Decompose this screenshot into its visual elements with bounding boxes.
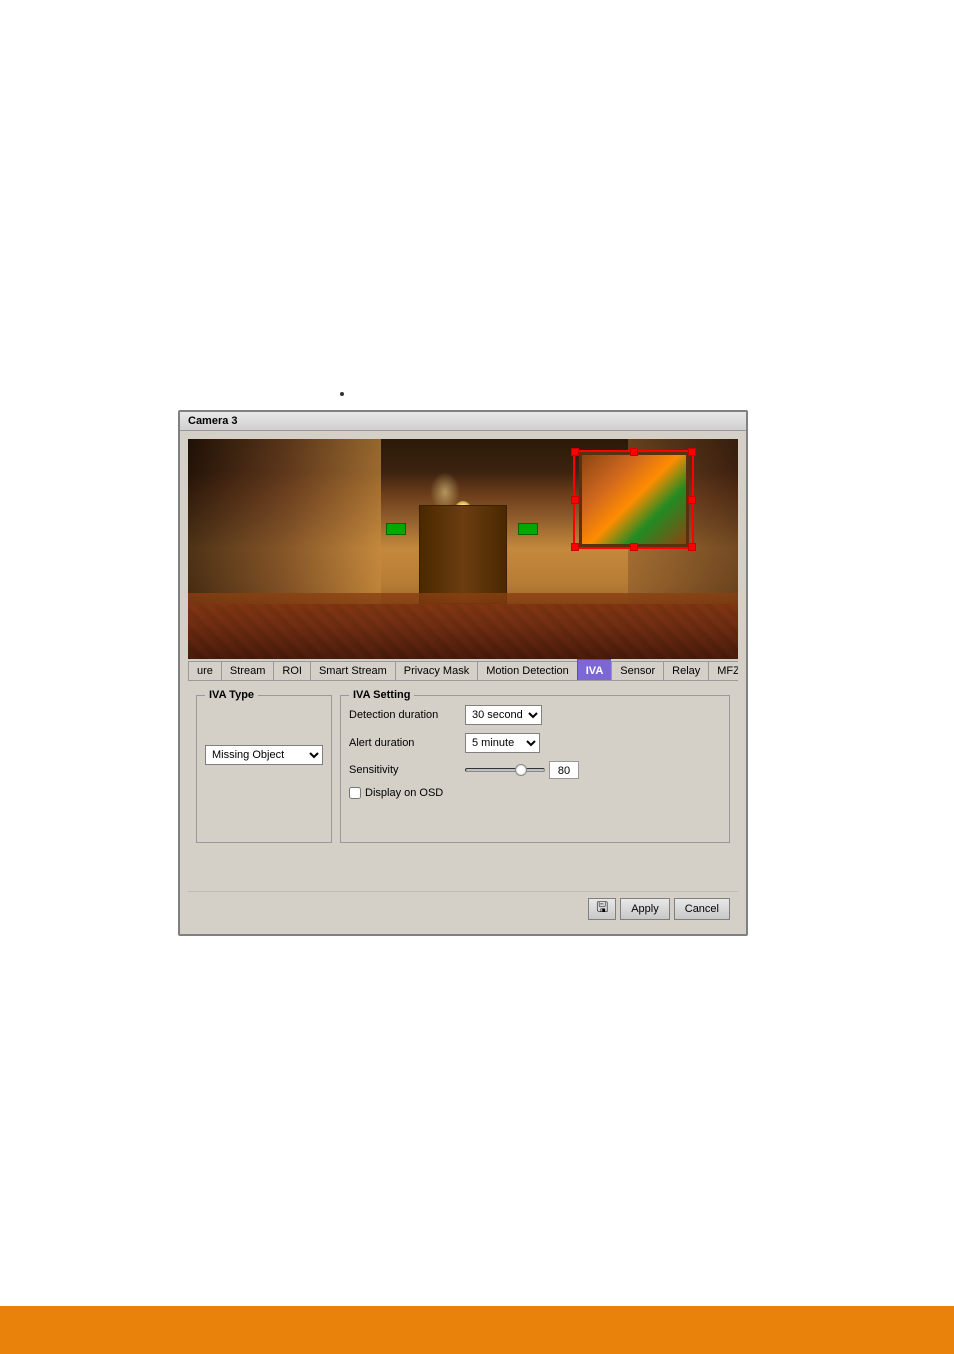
icon-button[interactable]: 🖫 xyxy=(588,898,616,920)
exit-sign-left xyxy=(386,523,406,535)
alert-duration-label: Alert duration xyxy=(349,737,459,749)
detection-duration-select[interactable]: 10 second 30 second 1 minute 5 minute xyxy=(465,705,542,725)
camera-title: Camera 3 xyxy=(188,415,238,427)
iva-setting-fieldset: IVA Setting Detection duration 10 second… xyxy=(340,689,730,843)
detection-duration-label: Detection duration xyxy=(349,709,459,721)
tab-roi[interactable]: ROI xyxy=(273,661,310,680)
tab-smart-stream[interactable]: Smart Stream xyxy=(310,661,395,680)
settings-spacer xyxy=(188,851,738,891)
video-scene xyxy=(188,439,738,659)
camera-window: Camera 3 xyxy=(178,410,748,936)
display-osd-checkbox[interactable] xyxy=(349,787,361,799)
tabs-container: ure Stream ROI Smart Stream Privacy Mask… xyxy=(188,659,738,681)
orange-footer-bar xyxy=(0,1306,954,1354)
tab-ure[interactable]: ure xyxy=(188,661,221,680)
sensitivity-value: 80 xyxy=(549,761,579,779)
detection-duration-row: Detection duration 10 second 30 second 1… xyxy=(349,705,721,725)
display-osd-row: Display on OSD xyxy=(349,787,721,799)
cancel-button[interactable]: Cancel xyxy=(674,898,730,920)
settings-area: IVA Type Missing Object Abandoned Object… xyxy=(188,681,738,851)
tab-relay[interactable]: Relay xyxy=(663,661,708,680)
alert-duration-select[interactable]: 1 minute 5 minute 10 minute 30 minute xyxy=(465,733,540,753)
sensitivity-row: Sensitivity 80 xyxy=(349,761,721,779)
camera-content-area: ure Stream ROI Smart Stream Privacy Mask… xyxy=(180,431,746,934)
button-row: 🖫 Apply Cancel xyxy=(188,891,738,926)
sensitivity-label: Sensitivity xyxy=(349,764,459,776)
tab-sensor[interactable]: Sensor xyxy=(611,661,663,680)
iva-setting-legend: IVA Setting xyxy=(349,689,414,701)
corridor-door xyxy=(419,505,507,604)
iva-type-fieldset: IVA Type Missing Object Abandoned Object… xyxy=(196,689,332,843)
tab-iva[interactable]: IVA xyxy=(577,659,612,680)
sensitivity-slider-track[interactable] xyxy=(465,768,545,772)
iva-type-legend: IVA Type xyxy=(205,689,258,701)
apply-button[interactable]: Apply xyxy=(620,898,670,920)
tab-privacy-mask[interactable]: Privacy Mask xyxy=(395,661,477,680)
iva-type-select[interactable]: Missing Object Abandoned Object Line Cro… xyxy=(205,745,323,765)
camera-title-bar: Camera 3 xyxy=(180,412,746,431)
alert-duration-row: Alert duration 1 minute 5 minute 10 minu… xyxy=(349,733,721,753)
iva-type-select-row: Missing Object Abandoned Object Line Cro… xyxy=(205,745,323,765)
save-icon: 🖫 xyxy=(596,897,608,921)
tab-motion-detection[interactable]: Motion Detection xyxy=(477,661,577,680)
bullet-dot xyxy=(340,392,344,396)
exit-sign-right xyxy=(518,523,538,535)
tab-stream[interactable]: Stream xyxy=(221,661,273,680)
video-feed xyxy=(188,439,738,659)
corridor-floor xyxy=(188,593,738,659)
tab-mfz[interactable]: MFZ xyxy=(708,661,738,680)
sensitivity-slider-group: 80 xyxy=(465,761,579,779)
display-osd-label: Display on OSD xyxy=(365,787,443,799)
sensitivity-slider-thumb[interactable] xyxy=(515,764,527,776)
painting xyxy=(579,452,689,547)
